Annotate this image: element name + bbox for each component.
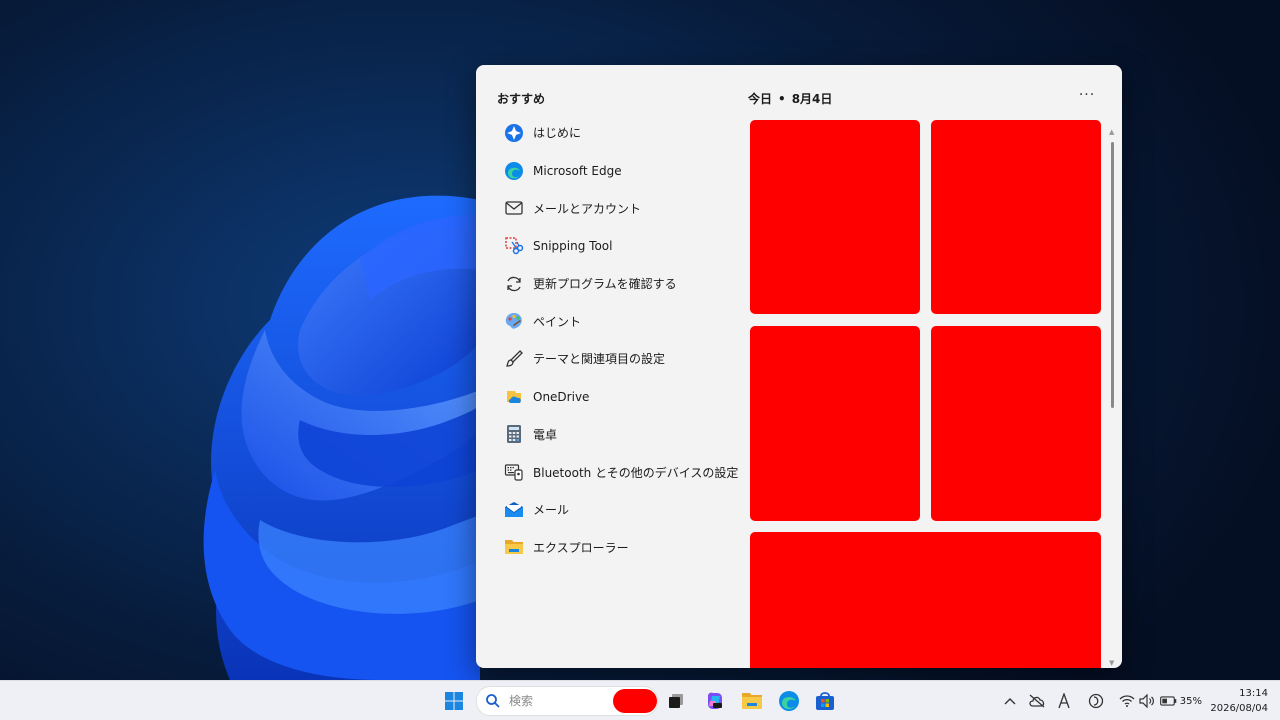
search-icon xyxy=(486,694,500,708)
wifi-icon xyxy=(1119,695,1135,707)
app-item-microsoft-edge[interactable]: Microsoft Edge xyxy=(498,152,738,190)
app-item-bluetooth-devices[interactable]: Bluetooth とその他のデバイスの設定 xyxy=(498,453,738,491)
app-item-theme-settings[interactable]: テーマと関連項目の設定 xyxy=(498,340,738,378)
file-explorer-icon xyxy=(504,537,524,557)
widget-card[interactable] xyxy=(931,326,1101,521)
scroll-up-arrow-icon[interactable]: ▲ xyxy=(1109,128,1114,136)
start-icon xyxy=(445,692,463,710)
recommended-title: おすすめ xyxy=(497,92,546,106)
battery-button[interactable]: 35% xyxy=(1160,692,1202,710)
file-explorer-icon xyxy=(742,693,762,709)
widget-card[interactable] xyxy=(750,120,920,314)
app-item-mail-accounts[interactable]: メールとアカウント xyxy=(498,189,738,227)
calculator-icon xyxy=(504,424,524,444)
paint-icon xyxy=(504,311,524,331)
app-item-file-explorer[interactable]: エクスプローラー xyxy=(498,529,738,567)
brush-icon xyxy=(504,349,524,369)
taskbar-file-explorer-button[interactable] xyxy=(740,689,764,713)
app-label: はじめに xyxy=(533,126,582,141)
app-label: Snipping Tool xyxy=(533,238,613,253)
app-item-paint[interactable]: ペイント xyxy=(498,302,738,340)
app-label: エクスプローラー xyxy=(533,540,629,555)
scroll-down-arrow-icon[interactable]: ▼ xyxy=(1109,659,1114,667)
widget-card[interactable] xyxy=(750,326,920,521)
clock-time: 13:14 xyxy=(1239,688,1268,699)
app-label: Microsoft Edge xyxy=(533,163,622,178)
more-options-button[interactable]: ··· xyxy=(1076,88,1098,106)
ime-a-icon xyxy=(1058,693,1070,709)
app-item-mail[interactable]: メール xyxy=(498,491,738,529)
widgets-panel: おすすめ はじめに Microsoft Edge メールとアカウント Snipp… xyxy=(476,65,1122,668)
app-item-onedrive[interactable]: OneDrive xyxy=(498,378,738,416)
store-icon xyxy=(816,692,834,710)
edge-icon xyxy=(504,161,524,181)
date-header: 今日 • 8月4日 xyxy=(748,90,832,107)
ime-options-button[interactable] xyxy=(1087,692,1105,710)
app-item-get-started[interactable]: はじめに xyxy=(498,114,738,152)
cloud-off-icon xyxy=(1029,694,1045,708)
start-button[interactable] xyxy=(442,689,466,713)
task-view-icon xyxy=(669,694,683,708)
widgets-scrollbar[interactable]: ▲ ▼ xyxy=(1109,128,1116,667)
widget-card-wide[interactable] xyxy=(750,532,1101,668)
snipping-tool-icon xyxy=(504,236,524,256)
get-started-icon xyxy=(504,123,524,143)
mail-outline-icon xyxy=(504,198,524,218)
app-label: OneDrive xyxy=(533,389,590,404)
onedrive-icon xyxy=(504,387,524,407)
app-item-check-updates[interactable]: 更新プログラムを確認する xyxy=(498,265,738,303)
battery-icon xyxy=(1160,696,1177,706)
search-input[interactable] xyxy=(507,693,601,709)
copilot-icon xyxy=(708,692,722,709)
ime-options-icon xyxy=(1088,693,1104,709)
widget-board xyxy=(750,120,1102,668)
widget-card[interactable] xyxy=(931,120,1101,314)
recommended-app-list: はじめに Microsoft Edge メールとアカウント Snipping T… xyxy=(498,114,738,566)
app-label: メール xyxy=(533,503,570,518)
volume-button[interactable] xyxy=(1138,692,1156,710)
chevron-up-icon xyxy=(1004,698,1016,705)
copilot-button[interactable] xyxy=(703,689,727,713)
battery-percent: 35% xyxy=(1179,695,1202,707)
speaker-icon xyxy=(1139,694,1154,708)
clock[interactable]: 13:14 2026/08/04 xyxy=(1206,686,1268,716)
taskbar-edge-button[interactable] xyxy=(777,689,801,713)
search-highlight xyxy=(613,689,657,713)
app-item-snipping-tool[interactable]: Snipping Tool xyxy=(498,227,738,265)
app-label: ペイント xyxy=(533,314,582,329)
task-view-button[interactable] xyxy=(664,689,688,713)
app-label: テーマと関連項目の設定 xyxy=(533,352,666,367)
app-label: メールとアカウント xyxy=(533,201,642,216)
mail-app-icon xyxy=(504,500,524,520)
app-item-calculator[interactable]: 電卓 xyxy=(498,416,738,454)
refresh-icon xyxy=(504,274,524,294)
date-separator: • xyxy=(778,92,786,106)
date-value: 8月4日 xyxy=(791,92,833,106)
app-label: 電卓 xyxy=(533,427,558,442)
ime-mode-button[interactable] xyxy=(1056,692,1072,710)
show-hidden-icons-button[interactable] xyxy=(1003,692,1017,710)
devices-icon xyxy=(504,462,524,482)
microsoft-store-button[interactable] xyxy=(813,689,837,713)
taskbar-search[interactable] xyxy=(476,686,658,716)
onedrive-tray-button[interactable] xyxy=(1028,692,1046,710)
taskbar: 35% 13:14 2026/08/04 xyxy=(0,680,1280,720)
today-label: 今日 xyxy=(748,92,773,106)
clock-date: 2026/08/04 xyxy=(1210,703,1268,714)
scroll-thumb[interactable] xyxy=(1111,142,1114,408)
app-label: 更新プログラムを確認する xyxy=(533,277,677,292)
edge-icon xyxy=(779,691,799,711)
network-button[interactable] xyxy=(1118,692,1136,710)
app-label: Bluetooth とその他のデバイスの設定 xyxy=(533,465,739,480)
